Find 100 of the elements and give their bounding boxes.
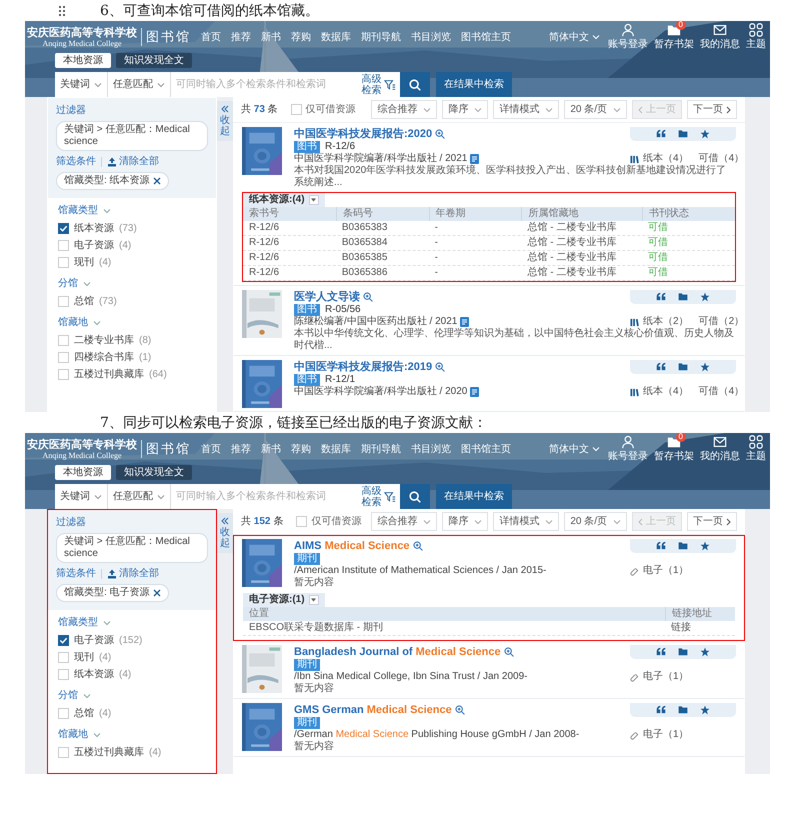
sort-dropdown[interactable]: 20 条/页 xyxy=(564,100,627,119)
nav-link[interactable]: 荐购 xyxy=(291,30,311,44)
nav-link[interactable]: 推荐 xyxy=(231,30,251,44)
search-within-results-button[interactable]: 在结果中检索 xyxy=(436,484,512,509)
account-button[interactable]: 账号登录 xyxy=(606,435,650,463)
facet-option[interactable]: 电子资源 (4) xyxy=(58,239,206,252)
star-icon[interactable] xyxy=(700,705,710,715)
zoom-icon[interactable] xyxy=(504,647,514,657)
facet-option[interactable]: 二楼专业书库 (8) xyxy=(58,334,206,347)
facet-option[interactable]: 五楼过刊典藏库 (4) xyxy=(58,746,206,759)
search-button[interactable] xyxy=(400,484,430,509)
nav-link[interactable]: 数据库 xyxy=(321,442,351,456)
result-title[interactable]: 中国医学科技发展报告:2020 xyxy=(294,128,432,140)
bookshelf-button[interactable]: 暂存书架 0 xyxy=(652,23,696,51)
facet-option[interactable]: 纸本资源 (73) xyxy=(58,222,206,235)
collapse-button[interactable]: 收起 xyxy=(217,101,233,141)
sort-dropdown[interactable]: 降序 xyxy=(442,100,488,119)
checkbox[interactable] xyxy=(58,223,69,234)
star-icon[interactable] xyxy=(700,292,710,302)
sort-dropdown[interactable]: 详情模式 xyxy=(493,512,560,531)
result-title[interactable]: 中国医学科技发展报告:2019 xyxy=(294,361,432,373)
quote-icon[interactable] xyxy=(656,129,666,138)
star-icon[interactable] xyxy=(700,129,710,139)
checkbox[interactable] xyxy=(58,635,69,646)
quote-icon[interactable] xyxy=(656,292,666,301)
facet-option[interactable]: 现刊 (4) xyxy=(58,256,206,269)
messages-button[interactable]: 我的消息 xyxy=(698,23,742,51)
search-tab[interactable]: 知识发现全文 xyxy=(116,53,192,68)
quote-icon[interactable] xyxy=(656,705,666,714)
facet-option[interactable]: 电子资源 (152) xyxy=(58,634,206,647)
bookshelf-button[interactable]: 暂存书架 0 xyxy=(652,435,696,463)
next-page-button[interactable]: 下一页 xyxy=(687,512,737,531)
nav-link[interactable]: 图书馆主页 xyxy=(461,30,511,44)
result-title[interactable]: GMS German Medical Science xyxy=(294,704,452,716)
facet-option[interactable]: 四楼综合书库 (1) xyxy=(58,351,206,364)
star-icon[interactable] xyxy=(700,362,710,372)
zoom-icon[interactable] xyxy=(435,362,446,372)
clear-all-link[interactable]: 清除全部 xyxy=(107,155,159,168)
sort-dropdown[interactable]: 20 条/页 xyxy=(564,512,627,531)
document-icon[interactable] xyxy=(470,387,480,397)
facet-option[interactable]: 总馆 (73) xyxy=(58,295,206,308)
collapse-button[interactable]: 收起 xyxy=(217,513,233,553)
language-selector[interactable]: 简体中文 xyxy=(545,30,604,44)
nav-link[interactable]: 新书 xyxy=(261,442,281,456)
zoom-icon[interactable] xyxy=(412,541,423,551)
clear-all-link[interactable]: 清除全部 xyxy=(107,567,159,580)
nav-link[interactable]: 期刊导航 xyxy=(361,442,401,456)
zoom-icon[interactable] xyxy=(435,129,446,139)
sort-dropdown[interactable]: 综合推荐 xyxy=(371,100,438,119)
filter-chip[interactable]: 馆藏类型: 电子资源 xyxy=(56,584,169,602)
theme-button[interactable]: 主题 xyxy=(744,23,768,51)
folder-icon[interactable] xyxy=(678,292,688,301)
nav-link[interactable]: 数据库 xyxy=(321,30,351,44)
search-within-results-button[interactable]: 在结果中检索 xyxy=(436,72,512,97)
theme-button[interactable]: 主题 xyxy=(744,435,768,463)
star-icon[interactable] xyxy=(700,647,710,657)
next-page-button[interactable]: 下一页 xyxy=(687,100,737,119)
document-icon[interactable] xyxy=(470,154,480,164)
drag-handle-icon[interactable] xyxy=(58,4,66,16)
search-field[interactable]: 可同时输入多个检索条件和检索词 xyxy=(171,484,357,509)
advanced-search-link[interactable]: 高级检索 xyxy=(357,72,400,97)
quote-icon[interactable] xyxy=(656,647,666,656)
nav-link[interactable]: 书目浏览 xyxy=(411,442,451,456)
result-title[interactable]: 医学人文导读 xyxy=(294,291,360,303)
search-tab[interactable]: 本地资源 xyxy=(55,53,111,68)
messages-button[interactable]: 我的消息 xyxy=(698,435,742,463)
star-icon[interactable] xyxy=(700,541,710,551)
quote-icon[interactable] xyxy=(656,362,666,371)
nav-link[interactable]: 期刊导航 xyxy=(361,30,401,44)
nav-link[interactable]: 推荐 xyxy=(231,442,251,456)
facet-option[interactable]: 总馆 (4) xyxy=(58,707,206,720)
available-only-toggle[interactable]: 仅可借资源 xyxy=(290,103,356,116)
search-tab[interactable]: 知识发现全文 xyxy=(116,465,192,480)
holdings-tab[interactable]: 纸本资源:(4) xyxy=(243,193,325,207)
nav-link[interactable]: 荐购 xyxy=(291,442,311,456)
folder-icon[interactable] xyxy=(678,129,688,138)
result-title[interactable]: Bangladesh Journal of Medical Science xyxy=(294,646,501,658)
folder-icon[interactable] xyxy=(678,362,688,371)
zoom-icon[interactable] xyxy=(363,292,373,302)
holdings-tab[interactable]: 电子资源:(1) xyxy=(243,593,325,607)
sort-dropdown[interactable]: 综合推荐 xyxy=(371,512,438,531)
document-icon[interactable] xyxy=(460,317,470,327)
language-selector[interactable]: 简体中文 xyxy=(545,442,604,456)
search-field[interactable]: 可同时输入多个检索条件和检索词 xyxy=(171,72,357,97)
account-button[interactable]: 账号登录 xyxy=(606,23,650,51)
match-dropdown[interactable]: 任意匹配 xyxy=(108,484,171,509)
nav-link[interactable]: 新书 xyxy=(261,30,281,44)
nav-link[interactable]: 首页 xyxy=(201,30,221,44)
sort-dropdown[interactable]: 降序 xyxy=(442,512,488,531)
available-only-toggle[interactable]: 仅可借资源 xyxy=(296,515,362,528)
advanced-search-link[interactable]: 高级检索 xyxy=(357,484,400,509)
field-dropdown[interactable]: 关键词 xyxy=(55,484,108,509)
facet-option[interactable]: 五楼过刊典藏库 (64) xyxy=(58,368,206,381)
folder-icon[interactable] xyxy=(678,647,688,656)
field-dropdown[interactable]: 关键词 xyxy=(55,72,108,97)
nav-link[interactable]: 图书馆主页 xyxy=(461,442,511,456)
folder-icon[interactable] xyxy=(678,705,688,714)
quote-icon[interactable] xyxy=(656,541,666,550)
facet-option[interactable]: 现刊 (4) xyxy=(58,651,206,664)
facet-option[interactable]: 纸本资源 (4) xyxy=(58,668,206,681)
